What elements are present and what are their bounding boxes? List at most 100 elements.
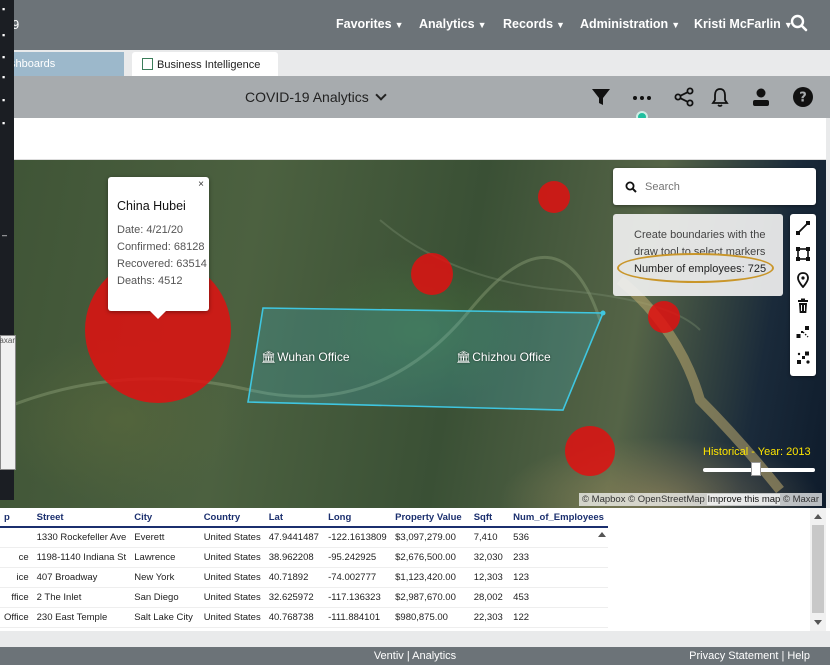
tool-icon[interactable]: ▪	[2, 30, 12, 40]
menu-label: Kristi McFarlin	[694, 17, 781, 31]
table-cell: $2,676,500.00	[391, 547, 470, 568]
building-icon: 🏛	[261, 350, 277, 364]
caret-down-icon: ▼	[394, 20, 404, 30]
table-cell: 122	[509, 607, 608, 628]
tab-dashboards[interactable]: shboards	[0, 52, 124, 76]
map-marker[interactable]	[648, 301, 680, 333]
bell-icon[interactable]	[709, 86, 731, 108]
building-icon: 🏛	[456, 350, 472, 364]
column-header[interactable]: Property Value	[391, 508, 470, 528]
table-cell: San Diego	[130, 587, 200, 608]
line-icon[interactable]	[795, 220, 811, 236]
marker-icon[interactable]	[795, 272, 811, 288]
tool-icon[interactable]: ▪	[2, 4, 12, 14]
svg-text:?: ?	[799, 91, 807, 106]
table-cell: 22,303	[469, 607, 510, 628]
table-cell: $980,875.00	[391, 607, 470, 628]
table-cell: 32.625972	[264, 587, 325, 608]
office-marker-wuhan[interactable]: 🏛Wuhan Office	[261, 350, 350, 364]
table-cell: 38.962208	[264, 547, 325, 568]
table-cell: 47.9441487	[264, 527, 325, 548]
filter-icon[interactable]	[590, 86, 612, 108]
search-icon[interactable]	[790, 14, 808, 32]
column-header[interactable]: Num_of_Employees	[509, 508, 608, 528]
table-cell: -95.242925	[324, 547, 392, 568]
scroll-up-icon[interactable]	[814, 514, 822, 519]
pan-icon[interactable]	[795, 324, 811, 340]
improve-map-link[interactable]: Improve this map	[707, 494, 781, 505]
left-panel-scroll-area[interactable]: Maxar	[0, 335, 16, 470]
employee-count-highlight	[617, 253, 774, 283]
table-cell: -74.002777	[324, 567, 392, 588]
trash-icon[interactable]	[795, 298, 811, 314]
slider-knob[interactable]	[751, 462, 761, 476]
dashboard-header-area	[0, 118, 826, 160]
scroll-thumb[interactable]	[812, 525, 824, 613]
table-scrollbar[interactable]	[596, 528, 606, 631]
map-marker[interactable]	[538, 181, 570, 213]
dashboard-selector[interactable]: COVID-19 Analytics	[245, 89, 387, 105]
table-cell: United States	[199, 567, 265, 588]
table-cell: 233	[509, 547, 608, 568]
scroll-up-icon[interactable]	[598, 532, 606, 537]
tool-icon[interactable]: ▪	[2, 118, 12, 128]
table-cell: 7,410	[469, 527, 510, 548]
more-icon[interactable]	[631, 86, 653, 108]
table-cell: 453	[509, 587, 608, 608]
chevron-down-icon	[375, 89, 387, 101]
column-header[interactable]: Lat	[264, 508, 325, 528]
column-header[interactable]: City	[130, 508, 200, 528]
column-header[interactable]: Sqft	[469, 508, 510, 528]
column-header[interactable]: Street	[32, 508, 131, 528]
column-header[interactable]: Long	[324, 508, 392, 528]
map-view[interactable]: × China Hubei Date: 4/21/20 Confirmed: 6…	[0, 160, 826, 508]
map-search-box	[613, 168, 816, 205]
menu-label: Analytics	[419, 17, 475, 31]
historical-year-label: Historical - Year: 2013	[703, 446, 811, 458]
search-icon	[625, 180, 637, 193]
boundary-vertex[interactable]	[600, 310, 606, 316]
menu-administration[interactable]: Administration ▼	[580, 17, 680, 31]
office-marker-chizhou[interactable]: 🏛Chizhou Office	[456, 350, 551, 364]
help-icon[interactable]: ?	[792, 86, 814, 108]
table-cell: United States	[199, 527, 265, 548]
table-row[interactable]: ffice 2 The Inlet San Diego United States 32…	[0, 587, 608, 608]
table-row[interactable]: Office 230 East Temple Salt Lake City Unite…	[0, 607, 608, 628]
column-header[interactable]: Country	[199, 508, 265, 528]
menu-analytics[interactable]: Analytics ▼	[419, 17, 487, 31]
map-marker[interactable]	[565, 426, 615, 476]
map-search-input[interactable]	[645, 177, 805, 197]
column-header[interactable]: p	[0, 508, 33, 528]
footer-links[interactable]: Privacy Statement | Help	[689, 650, 810, 662]
menu-user[interactable]: Kristi McFarlin ▼	[694, 17, 793, 31]
page-scrollbar[interactable]	[810, 508, 826, 631]
table-cell: -111.884101	[324, 607, 392, 628]
tool-icon[interactable]: ▪	[2, 52, 12, 62]
table-cell: 536	[509, 527, 608, 548]
close-icon[interactable]: ×	[198, 179, 204, 190]
menu-records[interactable]: Records ▼	[503, 17, 565, 31]
select-points-icon[interactable]	[795, 350, 811, 366]
polygon-icon[interactable]	[795, 246, 811, 262]
maxar-label: Maxar	[0, 336, 15, 345]
table-cell: Lawrence	[130, 547, 200, 568]
menu-favorites[interactable]: Favorites ▼	[336, 17, 404, 31]
table-row[interactable]: ce 1198-1140 Indiana St Lawrence United Sta…	[0, 547, 608, 568]
caret-down-icon: ▼	[477, 20, 487, 30]
dashboard-toolbar: COVID-19 Analytics ?	[0, 76, 830, 118]
user-icon[interactable]	[750, 86, 772, 108]
popup-deaths: Deaths: 4512	[117, 275, 183, 287]
scroll-down-icon[interactable]	[814, 620, 822, 625]
dash-icon: –	[2, 230, 8, 240]
tool-icon[interactable]: ▪	[2, 72, 12, 82]
share-icon[interactable]	[673, 86, 695, 108]
tab-business-intelligence[interactable]: Business Intelligence	[132, 52, 278, 76]
table-cell: -122.1613809	[324, 527, 392, 548]
table-row[interactable]: 1330 Rockefeller Ave Everett United States…	[0, 527, 608, 548]
table-cell: 32,030	[469, 547, 510, 568]
popup-confirmed: Confirmed: 68128	[117, 241, 205, 253]
historical-year-slider[interactable]	[703, 462, 815, 476]
map-marker[interactable]	[411, 253, 453, 295]
tool-icon[interactable]: ▪	[2, 95, 12, 105]
table-row[interactable]: ice 407 Broadway New York United States 40.7…	[0, 567, 608, 588]
